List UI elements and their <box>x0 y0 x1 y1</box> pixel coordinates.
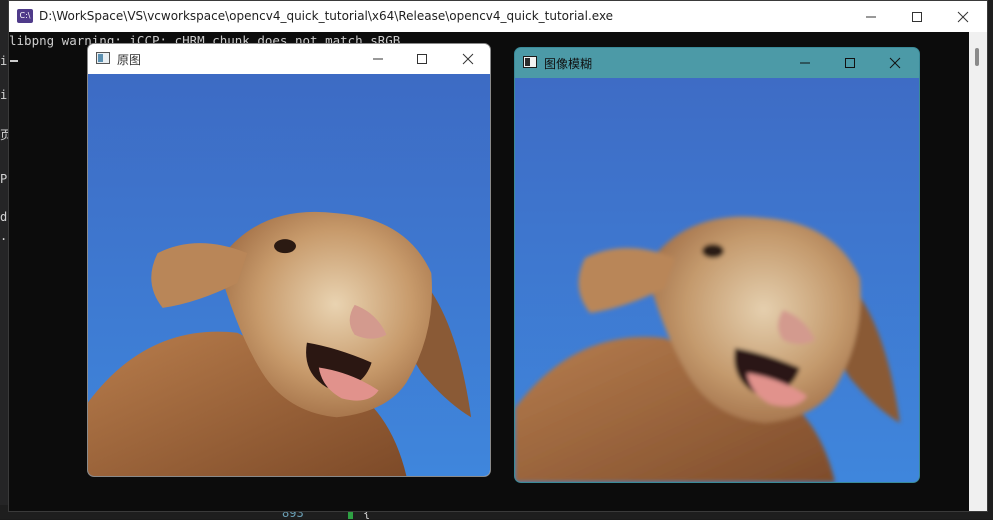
original-close-button[interactable] <box>446 44 490 74</box>
close-icon <box>889 57 901 69</box>
maximize-icon <box>912 11 922 22</box>
window-app-icon <box>523 56 537 68</box>
original-maximize-button[interactable] <box>400 44 444 74</box>
minimize-icon <box>866 16 876 17</box>
original-image-canvas[interactable] <box>88 74 490 476</box>
original-window-titlebar[interactable]: 原图 <box>88 44 490 74</box>
console-maximize-button[interactable] <box>894 1 940 32</box>
ide-gutter-char: . <box>0 229 8 243</box>
console-scroll-thumb[interactable] <box>975 48 979 66</box>
window-app-icon <box>96 52 110 64</box>
lamb-photo-blurred <box>515 78 919 482</box>
blurred-minimize-button[interactable] <box>783 48 827 78</box>
blurred-window-titlebar[interactable]: 图像模糊 <box>515 48 919 78</box>
maximize-icon <box>845 58 855 68</box>
console-cursor <box>10 60 18 62</box>
minimize-icon <box>800 62 810 64</box>
blurred-window-title: 图像模糊 <box>544 57 593 71</box>
ide-gutter-char: i <box>0 54 8 68</box>
blurred-image-window[interactable]: 图像模糊 <box>514 47 920 483</box>
blurred-image-canvas[interactable] <box>515 78 919 482</box>
lamb-photo <box>88 74 490 476</box>
blurred-close-button[interactable] <box>873 48 917 78</box>
original-window-title: 原图 <box>117 53 142 67</box>
close-icon <box>957 11 969 22</box>
blurred-maximize-button[interactable] <box>828 48 872 78</box>
original-minimize-button[interactable] <box>356 44 400 74</box>
ide-gutter-char: i <box>0 88 8 102</box>
console-scrollbar[interactable] <box>969 32 987 511</box>
ide-gutter-char: P <box>0 172 8 186</box>
minimize-icon <box>373 58 383 60</box>
console-title: D:\WorkSpace\VS\vcworkspace\opencv4_quic… <box>39 9 614 23</box>
console-minimize-button[interactable] <box>848 1 894 32</box>
console-close-button[interactable] <box>940 1 986 32</box>
original-image-window[interactable]: 原图 <box>87 43 491 477</box>
console-app-icon: C:\ <box>17 9 33 23</box>
ide-gutter-char: d <box>0 210 8 224</box>
maximize-icon <box>417 54 427 64</box>
close-icon <box>462 53 474 65</box>
console-titlebar[interactable]: C:\ D:\WorkSpace\VS\vcworkspace\opencv4_… <box>9 1 987 32</box>
